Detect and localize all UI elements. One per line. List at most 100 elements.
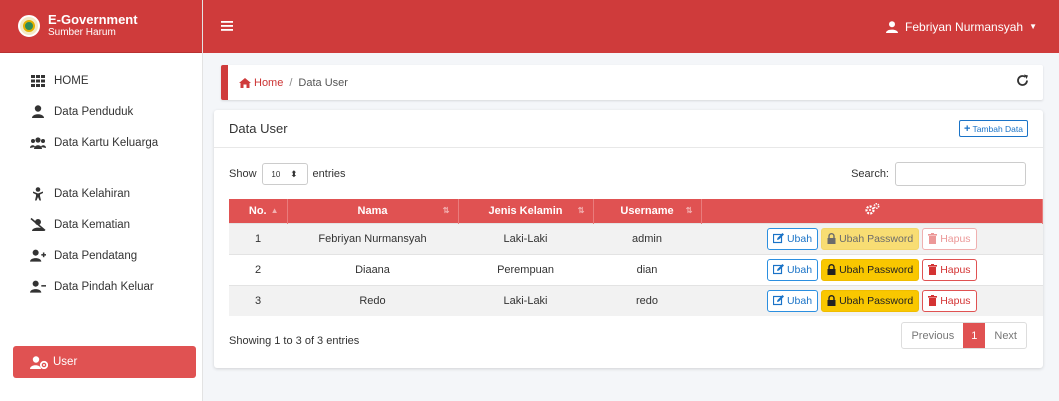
sidebar-item-label: Data Pindah Keluar — [54, 280, 154, 293]
users-icon — [30, 136, 46, 150]
cell-jenis-kelamin: Laki-Laki — [458, 222, 593, 254]
change-password-button[interactable]: Ubah Password — [821, 258, 920, 281]
lock-icon — [827, 264, 836, 275]
cell-actions: Ubah Ubah Password Hapus — [701, 253, 1043, 285]
caret-down-icon: ▼ — [1029, 22, 1037, 31]
sidebar-item-data-penduduk[interactable]: Data Penduduk — [0, 96, 202, 127]
refresh-icon[interactable] — [1016, 74, 1029, 91]
table-row: 3 Redo Laki-Laki redo Ubah Ubah Password Hapus — [229, 284, 1043, 316]
brand-logo — [18, 15, 40, 37]
page-1-button[interactable]: 1 — [963, 323, 986, 348]
breadcrumb-separator: / — [289, 76, 293, 89]
change-password-button[interactable]: Ubah Password — [821, 289, 920, 312]
user-icon — [886, 20, 899, 33]
users-cog-icon — [30, 355, 48, 369]
topbar: Febriyan Nurmansyah ▼ — [203, 0, 1059, 53]
sidebar-item-label: User — [53, 356, 78, 368]
user-slash-icon — [30, 218, 46, 232]
trash-icon — [928, 264, 938, 275]
sort-asc-icon: ▲ — [270, 206, 279, 215]
delete-button[interactable]: Hapus — [922, 258, 977, 281]
sidebar-item-label: Data Pendatang — [54, 249, 138, 262]
users-table: No. ▲ Nama ⇅ Jenis Kelamin ⇅ Username ⇅ 1 Feb… — [229, 199, 1043, 316]
cell-jenis-kelamin: Laki-Laki — [458, 284, 593, 316]
table-info: Showing 1 to 3 of 3 entries — [229, 335, 360, 347]
data-user-card: Data User + Tambah Data Show 10 ⬍ entrie… — [214, 110, 1043, 368]
sidebar-item-label: Data Penduduk — [54, 105, 134, 118]
child-icon — [30, 186, 46, 201]
delete-button[interactable]: Hapus — [922, 227, 977, 250]
user-plus-icon — [30, 249, 46, 263]
lock-icon — [827, 295, 836, 307]
sort-icon: ⇅ — [685, 206, 693, 215]
cell-jenis-kelamin: Perempuan — [458, 253, 593, 285]
column-header-actions — [701, 199, 1043, 223]
cell-no: 2 — [229, 253, 287, 285]
sidebar-item-data-pendatang[interactable]: Data Pendatang — [0, 240, 202, 271]
sidebar-item-label: Data Kartu Keluarga — [54, 136, 159, 149]
brand[interactable]: E-Government Sumber Harum — [0, 0, 202, 53]
search-label: Search: — [851, 168, 889, 180]
table-row: 2 Diaana Perempuan dian Ubah Ubah Password Hap… — [229, 253, 1043, 285]
user-menu[interactable]: Febriyan Nurmansyah ▼ — [886, 20, 1037, 34]
sidebar-item-data-pindah-keluar[interactable]: Data Pindah Keluar — [0, 271, 202, 302]
edit-icon — [772, 295, 784, 306]
card-title: Data User — [229, 121, 288, 136]
edit-button[interactable]: Ubah — [766, 227, 819, 250]
plus-icon: + — [964, 122, 971, 135]
sidebar-nav: HOME Data Penduduk Data Kartu Keluarga D… — [0, 65, 202, 302]
cell-nama: Redo — [287, 284, 458, 316]
breadcrumb-home-link[interactable]: Home — [239, 77, 283, 89]
next-button[interactable]: Next — [985, 323, 1026, 348]
edit-button[interactable]: Ubah — [766, 258, 819, 281]
edit-button[interactable]: Ubah — [766, 289, 819, 312]
home-icon — [239, 77, 251, 88]
cell-no: 1 — [229, 222, 287, 254]
breadcrumb: Home / Data User — [221, 65, 1043, 100]
lock-icon — [827, 233, 836, 244]
pagination: Previous 1 Next — [901, 322, 1027, 349]
trash-icon — [928, 295, 938, 307]
cell-no: 3 — [229, 284, 287, 316]
hamburger-icon[interactable] — [221, 18, 233, 36]
edit-icon — [772, 264, 784, 275]
delete-button[interactable]: Hapus — [922, 289, 977, 312]
user-minus-icon — [30, 280, 46, 294]
cell-username: dian — [593, 253, 701, 285]
cogs-icon — [865, 203, 880, 215]
sort-updown-icon: ⬍ — [290, 168, 298, 179]
sidebar: E-Government Sumber Harum HOME Data Pend… — [0, 0, 203, 401]
entries-label: entries — [312, 168, 346, 180]
sidebar-item-data-kartu-keluarga[interactable]: Data Kartu Keluarga — [0, 127, 202, 158]
cell-actions: Ubah Ubah Password Hapus — [701, 284, 1043, 316]
breadcrumb-current: Data User — [298, 76, 348, 89]
search: Search: — [851, 162, 1026, 186]
column-header-no[interactable]: No. ▲ — [229, 199, 288, 223]
cell-username: redo — [593, 284, 701, 316]
previous-button[interactable]: Previous — [902, 323, 963, 348]
sidebar-item-data-kelahiran[interactable]: Data Kelahiran — [0, 178, 202, 209]
sidebar-item-label: Data Kematian — [54, 218, 131, 231]
brand-title: E-Government — [48, 12, 138, 27]
sidebar-item-label: HOME — [54, 74, 89, 87]
sort-icon: ⇅ — [577, 206, 585, 215]
entries-select[interactable]: 10 ⬍ — [261, 163, 308, 185]
sidebar-item-home[interactable]: HOME — [0, 65, 202, 96]
user-icon — [30, 105, 46, 119]
cell-nama: Diaana — [287, 253, 458, 285]
search-input[interactable] — [895, 162, 1026, 186]
column-header-jenis-kelamin[interactable]: Jenis Kelamin ⇅ — [458, 199, 594, 223]
show-entries: Show 10 ⬍ entries — [229, 163, 346, 185]
add-data-button[interactable]: + Tambah Data — [959, 120, 1028, 137]
change-password-button[interactable]: Ubah Password — [821, 227, 920, 250]
sidebar-item-data-kematian[interactable]: Data Kematian — [0, 209, 202, 240]
sort-icon: ⇅ — [442, 206, 450, 215]
column-header-username[interactable]: Username ⇅ — [593, 199, 702, 223]
brand-subtitle: Sumber Harum — [48, 27, 116, 38]
show-label: Show — [229, 168, 257, 180]
grid-icon — [30, 74, 46, 88]
sidebar-item-user[interactable]: User — [13, 346, 196, 378]
sidebar-item-label: Data Kelahiran — [54, 187, 131, 200]
column-header-nama[interactable]: Nama ⇅ — [287, 199, 459, 223]
cell-actions: Ubah Ubah Password Hapus — [701, 222, 1043, 254]
